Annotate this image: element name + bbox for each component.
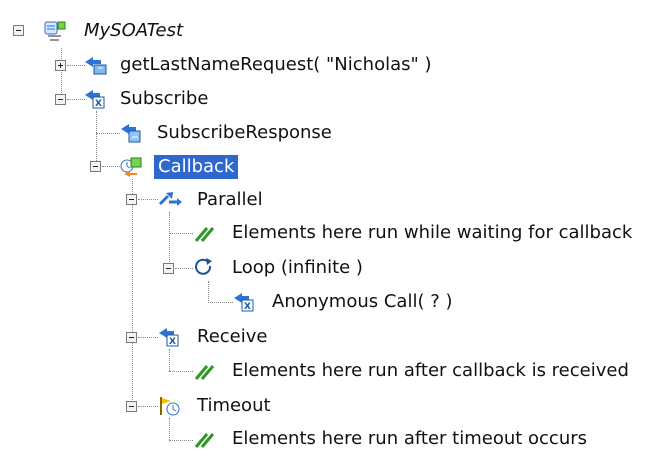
svg-text:X: X [95, 99, 102, 109]
anonymous-call-label: Anonymous Call( ? ) [272, 291, 453, 312]
tree-connector-loop [175, 268, 193, 269]
loop-label: Loop (infinite ) [232, 257, 363, 278]
response-icon [121, 124, 141, 143]
comment-icon [194, 365, 215, 380]
tree-connector-receive-comment [169, 371, 193, 372]
collapse-subscribe-toggle[interactable] [55, 94, 66, 105]
request-icon [85, 57, 107, 75]
svg-text:X: X [169, 337, 176, 347]
tree-item-timeout-comment: Elements here run after timeout occurs [192, 422, 655, 456]
tree-item-timeout[interactable]: Timeout [157, 389, 337, 423]
subscribe-icon: X [85, 90, 105, 109]
tree-connector-callback-children [132, 179, 133, 406]
parallel-icon [158, 192, 182, 206]
root-label: MySOATest [84, 20, 184, 41]
timeout-icon [160, 397, 180, 416]
tree-connector-receive [138, 337, 158, 338]
loop-icon [195, 258, 212, 275]
tree-item-anonymous-call[interactable]: X Anonymous Call( ? ) [232, 285, 492, 319]
tree-item-mysoatest[interactable]: MySOATest [42, 14, 262, 48]
tree-item-receive[interactable]: X Receive [157, 320, 337, 354]
tree-connector-parallel-children [169, 212, 170, 268]
tree-connector-parallel [138, 199, 158, 200]
tree-item-callback[interactable]: Callback [119, 150, 259, 184]
timeout-comment-label: Elements here run after timeout occurs [232, 428, 588, 449]
anonymous-call-icon: X [234, 293, 254, 312]
tree-item-subscribe-response[interactable]: SubscribeResponse [119, 116, 379, 150]
tree-connector-subscribe-children [96, 111, 97, 167]
subscribe-response-label: SubscribeResponse [157, 122, 332, 143]
tree-connector-timeout [138, 406, 158, 407]
subscribe-label: Subscribe [120, 88, 209, 109]
soa-test-tree[interactable]: MySOATest getLastNameRequest( "Nicholas"… [0, 0, 655, 449]
tree-item-get-lastname-request[interactable]: getLastNameRequest( "Nicholas" ) [83, 48, 483, 82]
parallel-comment-label: Elements here run while waiting for call… [232, 222, 633, 243]
tree-item-subscribe[interactable]: X Subscribe [83, 82, 283, 116]
parallel-label: Parallel [197, 189, 263, 210]
tree-item-parallel-comment: Elements here run while waiting for call… [192, 216, 655, 250]
comment-icon [194, 433, 215, 448]
tree-connector-anonymous-call [208, 302, 233, 303]
collapse-callback-toggle[interactable] [90, 161, 101, 172]
collapse-root-toggle[interactable] [13, 25, 24, 36]
collapse-loop-toggle[interactable] [163, 263, 174, 274]
tree-connector-subscribe-response [96, 133, 120, 134]
callback-label: Callback [154, 155, 239, 179]
tree-item-loop[interactable]: Loop (infinite ) [192, 251, 412, 285]
timeout-label: Timeout [197, 395, 271, 416]
expand-get-lastname-toggle[interactable] [55, 60, 66, 71]
callback-icon [120, 157, 142, 177]
soa-test-icon [44, 21, 66, 41]
tree-connector-parallel-comment [169, 233, 193, 234]
svg-text:X: X [244, 302, 251, 312]
receive-comment-label: Elements here run after callback is rece… [232, 360, 629, 381]
tree-connector-timeout-comment [169, 440, 193, 441]
receive-icon: X [159, 328, 179, 347]
receive-label: Receive [197, 326, 268, 347]
get-lastname-label: getLastNameRequest( "Nicholas" ) [120, 54, 432, 75]
collapse-timeout-toggle[interactable] [126, 401, 137, 412]
collapse-receive-toggle[interactable] [126, 332, 137, 343]
tree-item-parallel[interactable]: Parallel [157, 183, 317, 217]
tree-item-receive-comment: Elements here run after callback is rece… [192, 354, 655, 388]
tree-connector-callback [102, 166, 120, 167]
comment-icon [194, 227, 215, 242]
collapse-parallel-toggle[interactable] [126, 194, 137, 205]
